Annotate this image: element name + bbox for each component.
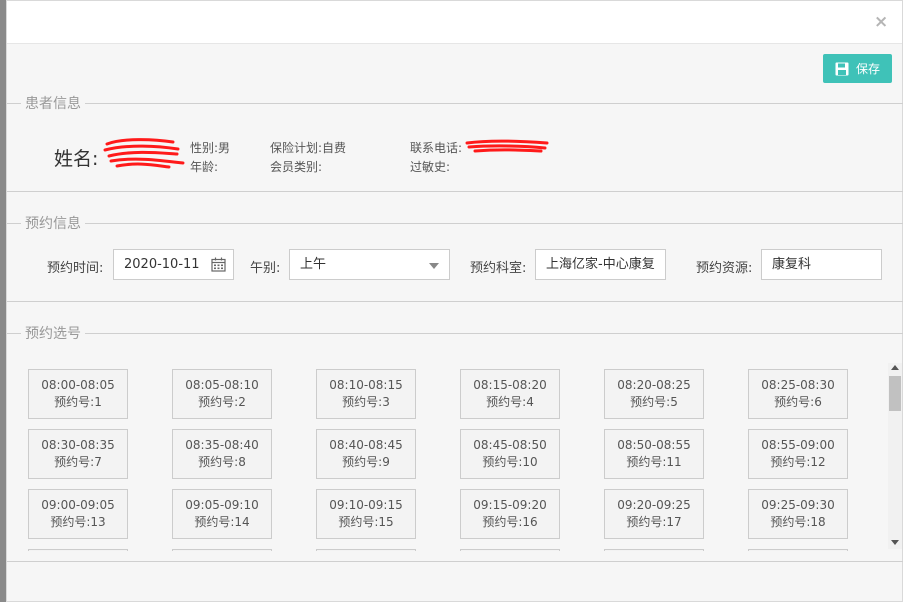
slot-number: 预约号:13 [50,515,106,529]
slot-number: 预约号:6 [774,395,822,409]
appointment-time-label: 预约时间: [47,261,104,276]
scrollbar-thumb[interactable] [889,376,901,411]
slot-selection-legend: 预约选号 [25,326,81,342]
resource-value: 康复科 [772,257,812,272]
slot-button[interactable]: 09:20-09:25 预约号:17 [604,489,704,539]
slot-button[interactable]: 08:15-08:20 预约号:4 [460,369,560,419]
slot-button[interactable] [28,549,128,551]
slot-button[interactable] [460,549,560,551]
slot-time: 09:20-09:25 [617,498,691,512]
slot-number: 预约号:7 [54,455,102,469]
age-field: 年龄: [190,160,219,174]
scroll-up-icon[interactable] [891,365,899,370]
slot-number: 预约号:2 [198,395,246,409]
slot-button[interactable]: 08:00-08:05 预约号:1 [28,369,128,419]
slot-button[interactable]: 08:20-08:25 预约号:5 [604,369,704,419]
patient-name-label: 姓名: [54,148,99,170]
phone-label: 联系电话: [410,141,463,155]
patient-info-legend: 患者信息 [25,96,81,112]
slot-button[interactable]: 08:45-08:50 预约号:10 [460,429,560,479]
slot-time: 09:00-09:05 [41,498,115,512]
period-select[interactable]: 上午 [289,249,450,280]
slot-time: 08:20-08:25 [617,378,691,392]
slot-button[interactable]: 09:10-09:15 预约号:15 [316,489,416,539]
redacted-phone-mark [465,139,549,153]
appointment-date-input[interactable]: 2020-10-11 [113,249,234,280]
slot-button[interactable]: 08:25-08:30 预约号:6 [748,369,848,419]
slot-button[interactable] [604,549,704,551]
slot-button[interactable] [748,549,848,551]
department-value: 上海亿家-中心康复 [546,257,655,272]
slot-number: 预约号:18 [770,515,826,529]
appointment-info-legend: 预约信息 [25,216,81,232]
appointment-dialog: × 保存 患者信息 姓名: 性别:男 年龄: 保险计划:自费 会员类别: 联系电… [6,0,903,602]
slot-button[interactable]: 08:55-09:00 预约号:12 [748,429,848,479]
dialog-header: × [7,1,902,44]
slot-time: 08:45-08:50 [473,438,547,452]
allergy-field: 过敏史: [410,160,451,174]
slot-grid: 08:00-08:05 预约号:1 08:05-08:10 预约号:2 08:10-08… [7,363,890,551]
slot-button[interactable] [316,549,416,551]
save-icon [835,62,849,75]
save-button[interactable]: 保存 [823,54,892,83]
resource-label: 预约资源: [696,261,753,276]
insurance-field: 保险计划:自费 [270,141,347,155]
slot-number: 预约号:17 [626,515,682,529]
department-input[interactable]: 上海亿家-中心康复 [535,249,666,280]
slot-time: 09:10-09:15 [329,498,403,512]
slot-time: 08:00-08:05 [41,378,115,392]
slot-time: 09:15-09:20 [473,498,547,512]
slot-time: 08:30-08:35 [41,438,115,452]
slot-number: 预约号:16 [482,515,538,529]
slot-button[interactable]: 09:25-09:30 预约号:18 [748,489,848,539]
slot-time: 08:25-08:30 [761,378,835,392]
slot-button[interactable] [172,549,272,551]
slot-button[interactable]: 09:00-09:05 预约号:13 [28,489,128,539]
period-label: 午别: [250,261,281,276]
member-type-field: 会员类别: [270,160,323,174]
slot-button[interactable]: 09:05-09:10 预约号:14 [172,489,272,539]
slot-scrollbar[interactable] [888,363,902,549]
calendar-icon[interactable] [211,257,226,272]
slot-number: 预约号:15 [338,515,394,529]
chevron-down-icon [429,263,439,269]
slot-button[interactable]: 08:30-08:35 预约号:7 [28,429,128,479]
slot-time: 08:05-08:10 [185,378,259,392]
appointment-date-value: 2020-10-11 [124,257,200,272]
slot-time: 09:25-09:30 [761,498,835,512]
slot-number: 预约号:5 [630,395,678,409]
scroll-down-icon[interactable] [891,540,899,545]
department-label: 预约科室: [470,261,527,276]
slot-time: 09:05-09:10 [185,498,259,512]
slot-number: 预约号:9 [342,455,390,469]
slot-button[interactable]: 09:15-09:20 预约号:16 [460,489,560,539]
slot-number: 预约号:12 [770,455,826,469]
slot-button[interactable]: 08:10-08:15 预约号:3 [316,369,416,419]
slot-number: 预约号:11 [626,455,682,469]
slot-number: 预约号:8 [198,455,246,469]
slot-button[interactable]: 08:05-08:10 预约号:2 [172,369,272,419]
period-select-value: 上午 [300,257,327,272]
gender-field: 性别:男 [190,141,231,155]
slot-time: 08:40-08:45 [329,438,403,452]
close-icon[interactable]: × [874,13,888,31]
slot-number: 预约号:14 [194,515,250,529]
slot-number: 预约号:3 [342,395,390,409]
slot-number: 预约号:4 [486,395,534,409]
slot-time: 08:10-08:15 [329,378,403,392]
slot-button[interactable]: 08:40-08:45 预约号:9 [316,429,416,479]
resource-input[interactable]: 康复科 [761,249,882,280]
slot-time: 08:50-08:55 [617,438,691,452]
slot-number: 预约号:10 [482,455,538,469]
save-button-label: 保存 [855,62,880,76]
slot-button[interactable]: 08:50-08:55 预约号:11 [604,429,704,479]
slot-time: 08:35-08:40 [185,438,259,452]
slot-number: 预约号:1 [54,395,102,409]
redacted-name-mark [103,138,185,169]
slot-time: 08:15-08:20 [473,378,547,392]
slot-button[interactable]: 08:35-08:40 预约号:8 [172,429,272,479]
slot-time: 08:55-09:00 [761,438,835,452]
